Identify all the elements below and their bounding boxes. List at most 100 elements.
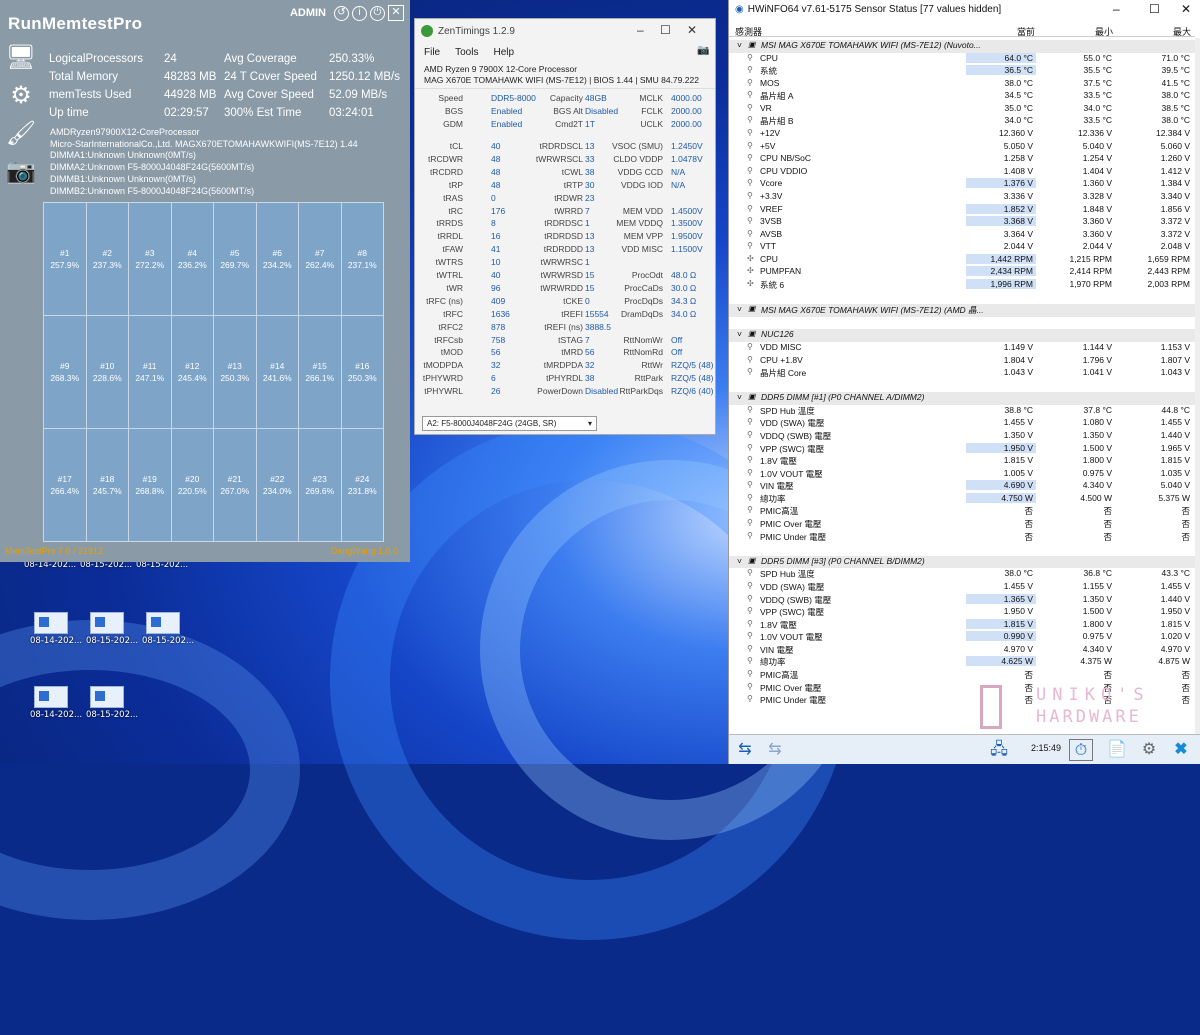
- file-icon[interactable]: [34, 612, 68, 634]
- hwinfo-window[interactable]: ◉ HWiNFO64 v7.61-5175 Sensor Status [77 v…: [728, 0, 1200, 764]
- history-icon[interactable]: ↺: [334, 5, 349, 21]
- sensor-row[interactable]: ⚲ VR 35.0 °C 34.0 °C 38.5 °C: [729, 103, 1195, 116]
- sensor-row[interactable]: ⚲ AVSB 3.364 V 3.360 V 3.372 V: [729, 229, 1195, 242]
- sensor-row[interactable]: ⚲ VDD MISC 1.149 V 1.144 V 1.153 V: [729, 342, 1195, 355]
- runmemtestpro-window[interactable]: RunMemtestPro ADMIN ↺ i ⏻ ✕ 🖥 ⚙ 🖌 📷 Logi…: [0, 0, 410, 562]
- sensor-row[interactable]: ⚲ 總功率 4.625 W 4.375 W 4.875 W: [729, 656, 1195, 669]
- minimize-icon[interactable]: –: [1113, 2, 1120, 16]
- camera-icon[interactable]: 📷: [5, 154, 37, 188]
- col-max[interactable]: 最大: [1173, 25, 1191, 38]
- thread-coverage: 220.5%: [177, 486, 207, 496]
- arrow-left-right-icon[interactable]: ⇆: [733, 739, 757, 761]
- sensor-row[interactable]: ⚲ VIN 電壓 4.970 V 4.340 V 4.970 V: [729, 644, 1195, 657]
- expand-chevron-icon[interactable]: ˅: [737, 40, 742, 50]
- sensor-row[interactable]: ⚲ PMIC高溫 否 否 否: [729, 669, 1195, 682]
- clock-icon[interactable]: ⏱: [1069, 739, 1093, 761]
- file-icon[interactable]: [34, 686, 68, 708]
- sensor-row[interactable]: ⚲ CPU +1.8V 1.804 V 1.796 V 1.807 V: [729, 355, 1195, 368]
- sensor-row[interactable]: ⚲ PMIC高溫 否 否 否: [729, 505, 1195, 518]
- expand-chevron-icon[interactable]: ˅: [737, 304, 742, 314]
- desktop-file-label[interactable]: 08-15-202...: [86, 710, 138, 720]
- min-value: 5.040 V: [1082, 140, 1112, 151]
- brush-icon[interactable]: 🖌: [5, 116, 37, 150]
- desktop-file-label[interactable]: 08-14-202...: [30, 710, 82, 720]
- sensor-group[interactable]: ˅ ▣ MSI MAG X670E TOMAHAWK WIFI (MS-7E12) …: [729, 40, 1195, 53]
- monitor-icon[interactable]: 🖥: [5, 40, 37, 74]
- sensor-row[interactable]: ⚲ SPD Hub 溫度 38.8 °C 37.8 °C 44.8 °C: [729, 405, 1195, 418]
- sensor-row[interactable]: ⚲ 晶片組 B 34.0 °C 33.5 °C 38.0 °C: [729, 115, 1195, 128]
- sensor-row[interactable]: ⚲ CPU 64.0 °C 55.0 °C 71.0 °C: [729, 52, 1195, 66]
- sensor-row[interactable]: ✣ 系統 6 1,996 RPM 1,970 RPM 2,003 RPM: [729, 279, 1195, 292]
- sensor-group[interactable]: ˅ ▣ DDR5 DIMM [#3] (P0 CHANNEL B/DIMM2): [729, 555, 1195, 569]
- sensor-row[interactable]: ⚲ CPU VDDIO 1.408 V 1.404 V 1.412 V: [729, 166, 1195, 179]
- sensor-row[interactable]: ⚲ 1.8V 電壓 1.815 V 1.800 V 1.815 V: [729, 618, 1195, 632]
- sensor-row[interactable]: ⚲ 晶片組 Core 1.043 V 1.041 V 1.043 V: [729, 367, 1195, 380]
- desktop-file-label[interactable]: 08-14-202...: [30, 636, 82, 646]
- screenshot-icon[interactable]: 📷: [697, 45, 709, 56]
- sensor-row[interactable]: ⚲ VPP (SWC) 電壓 1.950 V 1.500 V 1.965 V: [729, 442, 1195, 456]
- info-icon[interactable]: i: [352, 5, 367, 21]
- gear-icon[interactable]: ⚙: [1137, 739, 1161, 761]
- sensor-row[interactable]: ⚲ 1.8V 電壓 1.815 V 1.800 V 1.815 V: [729, 455, 1195, 468]
- close-icon[interactable]: ✕: [1181, 2, 1191, 16]
- close-icon[interactable]: ✕: [388, 5, 404, 21]
- sensor-row[interactable]: ⚲ VDD (SWA) 電壓 1.455 V 1.080 V 1.455 V: [729, 417, 1195, 430]
- menu-tools[interactable]: Tools: [455, 47, 478, 58]
- sensor-row[interactable]: ⚲ 1.0V VOUT 電壓 1.005 V 0.975 V 1.035 V: [729, 468, 1195, 481]
- sensor-group[interactable]: ˅ ▣ MSI MAG X670E TOMAHAWK WIFI (MS-7E12) …: [729, 304, 1195, 317]
- gear-icon[interactable]: ⚙: [5, 78, 37, 112]
- maximize-icon[interactable]: ☐: [660, 23, 671, 37]
- zentimings-window[interactable]: ZenTimings 1.2.9 – ☐ ✕ File Tools Help 📷…: [414, 18, 716, 435]
- sensor-row[interactable]: ⚲ MOS 38.0 °C 37.5 °C 41.5 °C: [729, 78, 1195, 91]
- timing-label: tMRD: [561, 347, 583, 358]
- sensor-row[interactable]: ⚲ 1.0V VOUT 電壓 0.990 V 0.975 V 1.020 V: [729, 631, 1195, 644]
- sensor-row[interactable]: ⚲ VTT 2.044 V 2.044 V 2.048 V: [729, 241, 1195, 254]
- sensor-row[interactable]: ⚲ 3VSB 3.368 V 3.360 V 3.372 V: [729, 216, 1195, 229]
- sensor-row[interactable]: ⚲ VREF 1.852 V 1.848 V 1.856 V: [729, 203, 1195, 217]
- col-sensor[interactable]: 感測器: [735, 25, 762, 38]
- sensor-row[interactable]: ⚲ PMIC Over 電壓 否 否 否: [729, 518, 1195, 531]
- sensor-row[interactable]: ⚲ +12V 12.360 V 12.336 V 12.384 V: [729, 128, 1195, 141]
- sensor-row[interactable]: ⚲ CPU NB/SoC 1.258 V 1.254 V 1.260 V: [729, 153, 1195, 166]
- desktop-file-label[interactable]: 08-15-202...: [142, 636, 194, 646]
- report-icon[interactable]: 📄: [1105, 739, 1129, 761]
- sensor-row[interactable]: ⚲ 系統 36.5 °C 35.5 °C 39.5 °C: [729, 65, 1195, 78]
- file-icon[interactable]: [90, 686, 124, 708]
- expand-chevron-icon[interactable]: ˅: [737, 556, 742, 566]
- desktop-file-label[interactable]: 08-15-202...: [86, 636, 138, 646]
- sensor-row[interactable]: ⚲ VIN 電壓 4.690 V 4.340 V 5.040 V: [729, 480, 1195, 493]
- sensor-row[interactable]: ⚲ PMIC Under 電壓 否 否 否: [729, 531, 1195, 544]
- power-icon[interactable]: ⏻: [370, 5, 385, 21]
- sensor-row[interactable]: ✣ PUMPFAN 2,434 RPM 2,414 RPM 2,443 RPM: [729, 266, 1195, 279]
- sensor-row[interactable]: ⚲ SPD Hub 溫度 38.0 °C 36.8 °C 43.3 °C: [729, 568, 1195, 581]
- col-min[interactable]: 最小: [1095, 25, 1113, 38]
- sensor-row[interactable]: ⚲ +5V 5.050 V 5.040 V 5.060 V: [729, 141, 1195, 154]
- stat-value: 1250.12 MB/s: [329, 71, 400, 83]
- sensor-row[interactable]: ⚲ VDDQ (SWB) 電壓 1.350 V 1.350 V 1.440 V: [729, 430, 1195, 443]
- scrollbar[interactable]: [1195, 38, 1200, 734]
- expand-chevron-icon[interactable]: ˅: [737, 329, 742, 339]
- file-icon[interactable]: [146, 612, 180, 634]
- network-icon[interactable]: 🖧: [987, 739, 1011, 761]
- close-icon[interactable]: ✖: [1169, 739, 1193, 761]
- current-value: 1.350 V: [1003, 429, 1033, 440]
- sensor-row[interactable]: ⚲ +3.3V 3.336 V 3.328 V 3.340 V: [729, 191, 1195, 204]
- sensor-row[interactable]: ⚲ Vcore 1.376 V 1.360 V 1.384 V: [729, 178, 1195, 191]
- menu-file[interactable]: File: [424, 47, 440, 58]
- menu-help[interactable]: Help: [493, 47, 514, 58]
- sensor-row[interactable]: ⚲ VDDQ (SWB) 電壓 1.365 V 1.350 V 1.440 V: [729, 593, 1195, 607]
- expand-chevron-icon[interactable]: ˅: [737, 392, 742, 402]
- sensor-row[interactable]: ⚲ 總功率 4.750 W 4.500 W 5.375 W: [729, 492, 1195, 506]
- sensor-row[interactable]: ✣ CPU 1,442 RPM 1,215 RPM 1,659 RPM: [729, 253, 1195, 267]
- close-icon[interactable]: ✕: [687, 23, 697, 37]
- file-icon[interactable]: [90, 612, 124, 634]
- sensor-row[interactable]: ⚲ 晶片組 A 34.5 °C 33.5 °C 38.0 °C: [729, 90, 1195, 103]
- sensor-row[interactable]: ⚲ VPP (SWC) 電壓 1.950 V 1.500 V 1.950 V: [729, 606, 1195, 619]
- maximize-icon[interactable]: ☐: [1149, 2, 1160, 16]
- col-current[interactable]: 當前: [1017, 25, 1035, 38]
- sensor-row[interactable]: ⚲ VDD (SWA) 電壓 1.455 V 1.155 V 1.455 V: [729, 581, 1195, 594]
- sensor-group[interactable]: ˅ ▣ NUC126: [729, 329, 1195, 342]
- dimm-select[interactable]: A2: F5-8000J4048F24G (24GB, SR) ▾: [422, 416, 597, 431]
- minimize-icon[interactable]: –: [637, 23, 644, 37]
- sensor-group[interactable]: ˅ ▣ DDR5 DIMM [#1] (P0 CHANNEL A/DIMM2): [729, 392, 1195, 405]
